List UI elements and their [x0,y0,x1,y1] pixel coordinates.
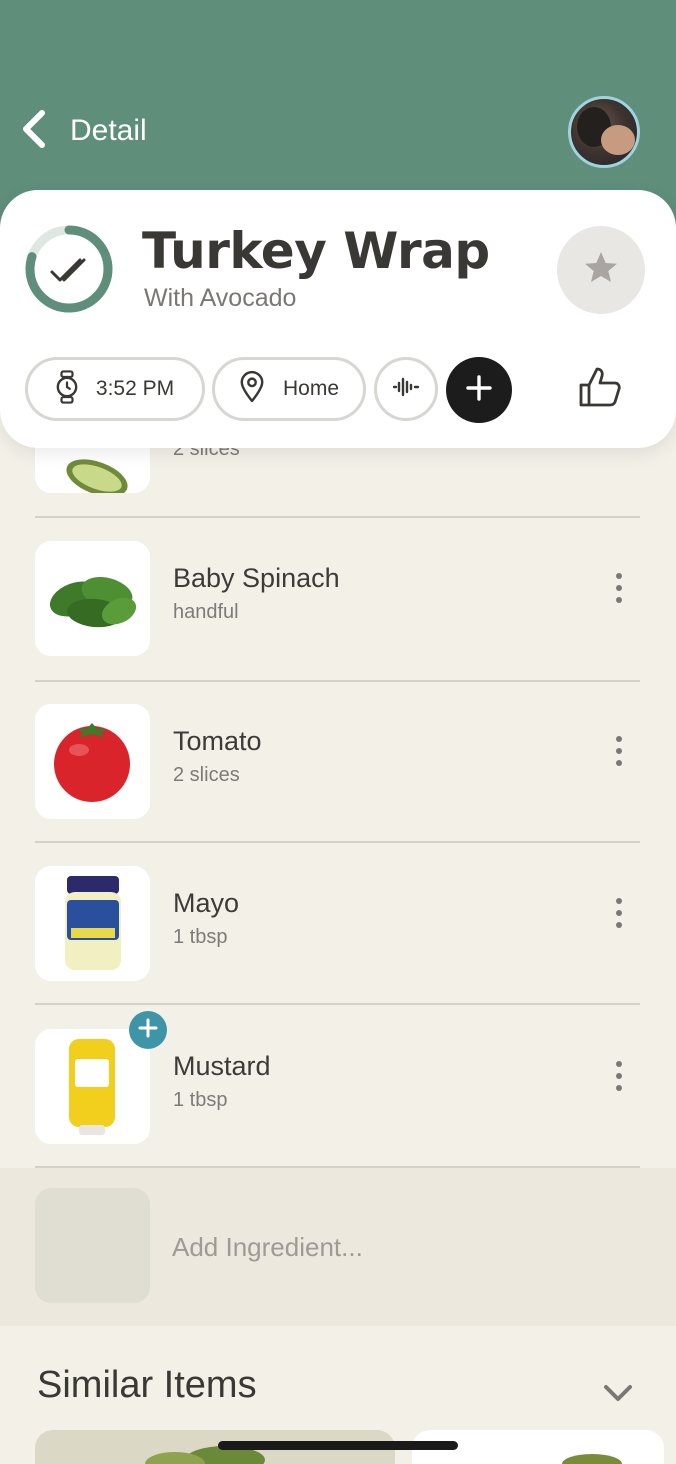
time-label: 3:52 PM [95,377,175,400]
time-chip[interactable]: 3:52 PM [25,357,205,421]
more-vertical-icon[interactable] [612,1061,626,1101]
location-pin-icon [239,370,283,408]
ingredient-qty: 1 tbsp [173,926,228,948]
list-item[interactable]: Tomato 2 slices [35,680,640,842]
location-label: Home [282,377,340,400]
list-item[interactable]: Mustard 1 tbsp [35,1005,640,1167]
list-item[interactable]: Baby Spinach handful [35,517,640,679]
avatar[interactable] [568,96,640,168]
similar-items-heading: Similar Items [37,1364,257,1406]
tomato-image [35,704,150,819]
ingredient-qty: 2 slices [173,764,240,786]
add-ingredient-row[interactable]: Add Ingredient... [0,1168,676,1326]
ingredient-qty: 1 tbsp [173,1089,228,1111]
mustard-bottle-image [35,1029,150,1144]
back-label: Detail [70,114,147,147]
ingredient-qty: handful [173,601,239,623]
star-icon [581,248,621,292]
spinach-image [35,541,150,656]
waveform-icon [392,375,420,403]
voice-chip[interactable] [374,357,438,421]
plus-icon [464,373,494,407]
progress-ring [24,224,114,314]
watch-icon [56,370,96,408]
location-chip[interactable]: Home [212,357,366,421]
page-title: Turkey Wrap [142,222,490,280]
add-ingredient-placeholder [35,1188,150,1303]
chip-row: 3:52 PM Home [25,357,665,423]
mayo-jar-image [35,866,150,981]
more-vertical-icon[interactable] [612,573,626,613]
page-subtitle: With Avocado [144,284,297,312]
plus-icon [137,1017,159,1043]
chevron-down-icon[interactable] [602,1382,634,1404]
add-badge-button[interactable] [129,1011,167,1049]
ingredient-name: Tomato [173,726,262,756]
ingredient-name: Mustard [173,1051,271,1081]
add-chip-button[interactable] [446,357,512,423]
ingredient-name: Baby Spinach [173,563,340,593]
more-vertical-icon[interactable] [612,898,626,938]
ingredient-name: Mayo [173,888,240,918]
chevron-left-icon [18,109,52,153]
more-vertical-icon[interactable] [612,736,626,776]
back-button[interactable]: Detail [18,108,218,154]
home-indicator [218,1441,458,1450]
favorite-button[interactable] [557,226,645,314]
add-ingredient-label: Add Ingredient... [172,1232,363,1262]
list-item[interactable]: Mayo 1 tbsp [35,842,640,1004]
item-summary-card: Turkey Wrap With Avocado 3:52 PM Home [0,190,676,448]
thumbs-up-icon[interactable] [577,363,625,411]
